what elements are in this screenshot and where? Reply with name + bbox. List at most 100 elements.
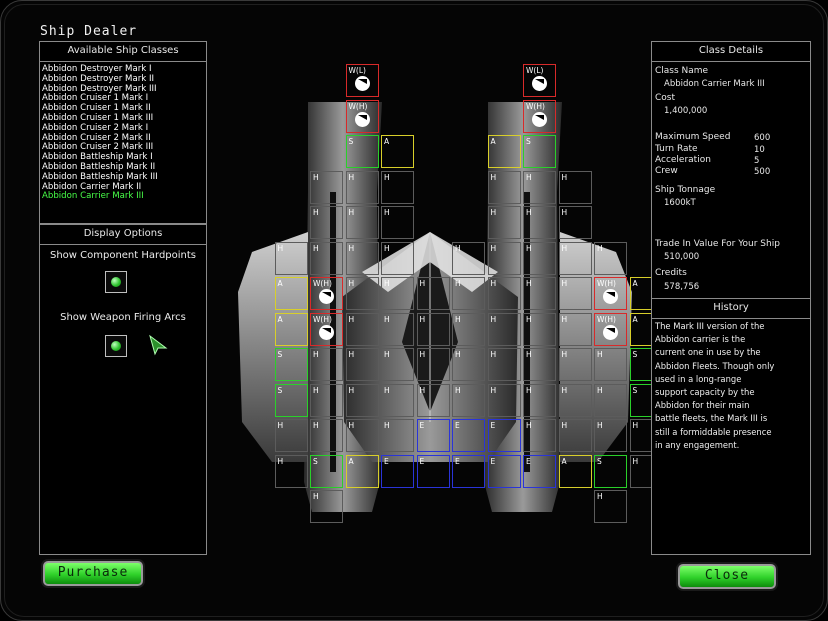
hardpoint-cell[interactable]: W(H) — [523, 99, 556, 133]
hardpoint-cell[interactable]: E — [381, 454, 414, 488]
hardpoint-cell[interactable]: H — [452, 383, 485, 417]
hardpoint-cell[interactable]: H — [523, 277, 556, 310]
hardpoint-cell[interactable]: H — [487, 170, 521, 204]
hardpoint-cell[interactable]: H — [452, 241, 485, 275]
hardpoint-cell[interactable]: A — [558, 454, 592, 488]
hardpoint-cell[interactable]: H — [310, 383, 343, 417]
hardpoint-cell[interactable]: H — [487, 312, 521, 346]
hardpoint-cell[interactable]: H — [523, 206, 556, 239]
hardpoint-cell[interactable]: H — [381, 383, 414, 417]
hardpoint-cell[interactable]: H — [487, 348, 521, 381]
hardpoint-cell[interactable]: H — [274, 419, 308, 452]
hardpoint-cell[interactable]: E — [452, 454, 485, 488]
hardpoint-cell[interactable]: S — [274, 348, 308, 381]
hardpoint-cell[interactable]: H — [558, 312, 592, 346]
hardpoint-cell[interactable]: H — [310, 241, 343, 275]
hardpoint-cell[interactable]: H — [558, 170, 592, 204]
purchase-button[interactable]: Purchase — [43, 561, 143, 586]
hardpoint-cell[interactable]: H — [274, 454, 308, 488]
hardpoint-cell[interactable]: H — [487, 206, 521, 239]
hardpoint-cell[interactable]: H — [381, 241, 414, 275]
ship-class-item[interactable]: Abbidon Carrier Mark III — [42, 192, 206, 202]
hardpoint-cell[interactable]: H — [416, 383, 450, 417]
hardpoint-cell[interactable]: H — [558, 241, 592, 275]
hardpoint-type-label: H — [313, 421, 319, 430]
hardpoint-cell[interactable]: H — [523, 348, 556, 381]
hardpoint-cell[interactable]: H — [310, 419, 343, 452]
hardpoint-cell[interactable]: W(H) — [594, 312, 627, 346]
hardpoint-cell[interactable]: H — [381, 312, 414, 346]
hardpoint-cell[interactable]: H — [310, 170, 343, 204]
hardpoint-cell[interactable]: H — [310, 206, 343, 239]
hardpoint-cell[interactable]: H — [452, 312, 485, 346]
hardpoint-cell[interactable]: H — [345, 241, 379, 275]
hardpoint-type-label: W(H) — [597, 314, 616, 324]
hardpoint-cell[interactable]: S — [274, 383, 308, 417]
hardpoint-cell[interactable]: H — [416, 348, 450, 381]
hardpoint-cell[interactable]: H — [452, 277, 485, 310]
hardpoint-cell[interactable]: A — [274, 312, 308, 346]
hardpoint-cell[interactable]: H — [345, 383, 379, 417]
hardpoint-cell[interactable]: H — [310, 490, 343, 523]
hardpoint-cell[interactable]: H — [558, 348, 592, 381]
hardpoint-cell[interactable]: H — [452, 348, 485, 381]
hardpoint-cell[interactable]: H — [594, 241, 627, 275]
hardpoint-cell[interactable]: H — [487, 383, 521, 417]
hardpoint-cell[interactable]: H — [416, 312, 450, 346]
hardpoint-cell[interactable]: A — [274, 277, 308, 310]
hardpoint-cell[interactable]: W(L) — [523, 64, 556, 97]
hardpoint-cell[interactable]: H — [381, 419, 414, 452]
hardpoint-cell[interactable]: W(H) — [594, 277, 627, 310]
hardpoint-cell[interactable]: H — [523, 241, 556, 275]
hardpoint-cell[interactable]: H — [594, 490, 627, 523]
hardpoint-cell[interactable]: H — [345, 312, 379, 346]
hardpoint-cell[interactable]: H — [558, 206, 592, 239]
show-hardpoints-toggle[interactable] — [105, 271, 127, 293]
hardpoint-cell[interactable]: H — [274, 241, 308, 275]
hardpoint-cell[interactable]: H — [345, 419, 379, 452]
hardpoint-cell[interactable]: H — [523, 312, 556, 346]
hardpoint-cell[interactable]: H — [594, 419, 627, 452]
hardpoint-cell[interactable]: H — [345, 348, 379, 381]
hardpoint-cell[interactable]: W(H) — [310, 277, 343, 310]
hardpoint-cell[interactable]: H — [310, 348, 343, 381]
show-firing-arcs-toggle[interactable] — [105, 335, 127, 357]
hardpoint-cell[interactable]: S — [310, 454, 343, 488]
hardpoint-cell[interactable]: H — [594, 383, 627, 417]
hardpoint-cell[interactable]: E — [416, 419, 450, 452]
hardpoint-cell[interactable]: S — [523, 135, 556, 168]
hardpoint-cell[interactable]: W(H) — [310, 312, 343, 346]
hardpoint-cell[interactable]: A — [381, 135, 414, 168]
hardpoint-cell[interactable]: E — [487, 419, 521, 452]
hardpoint-cell[interactable]: H — [558, 419, 592, 452]
hardpoint-type-label: H — [455, 314, 461, 324]
hardpoint-cell[interactable]: W(H) — [345, 99, 379, 133]
hardpoint-cell[interactable]: H — [523, 383, 556, 417]
hardpoint-cell[interactable]: H — [381, 348, 414, 381]
hardpoint-cell[interactable]: E — [452, 419, 485, 452]
hardpoint-cell[interactable]: H — [416, 277, 450, 310]
hardpoint-cell[interactable]: H — [381, 206, 414, 239]
hardpoint-cell[interactable]: E — [416, 454, 450, 488]
hardpoint-cell[interactable]: H — [594, 348, 627, 381]
hardpoint-cell[interactable]: H — [381, 170, 414, 204]
hardpoint-cell[interactable]: A — [345, 454, 379, 488]
hardpoint-cell[interactable]: W(L) — [345, 64, 379, 97]
close-button[interactable]: Close — [678, 564, 776, 589]
hardpoint-cell[interactable]: H — [558, 383, 592, 417]
hardpoint-cell[interactable]: A — [487, 135, 521, 168]
hardpoint-cell[interactable]: S — [345, 135, 379, 168]
hardpoint-cell[interactable]: H — [523, 170, 556, 204]
hardpoint-cell[interactable]: S — [594, 454, 627, 488]
hardpoint-cell[interactable]: H — [487, 241, 521, 275]
hardpoint-cell[interactable]: E — [523, 454, 556, 488]
ship-class-list[interactable]: Abbidon Destroyer Mark I Abbidon Destroye… — [40, 62, 206, 202]
hardpoint-cell[interactable]: H — [345, 277, 379, 310]
hardpoint-cell[interactable]: H — [345, 206, 379, 239]
hardpoint-cell[interactable]: H — [558, 277, 592, 310]
hardpoint-cell[interactable]: H — [523, 419, 556, 452]
hardpoint-cell[interactable]: H — [345, 170, 379, 204]
hardpoint-cell[interactable]: H — [381, 277, 414, 310]
hardpoint-cell[interactable]: E — [487, 454, 521, 488]
hardpoint-cell[interactable]: H — [487, 277, 521, 310]
